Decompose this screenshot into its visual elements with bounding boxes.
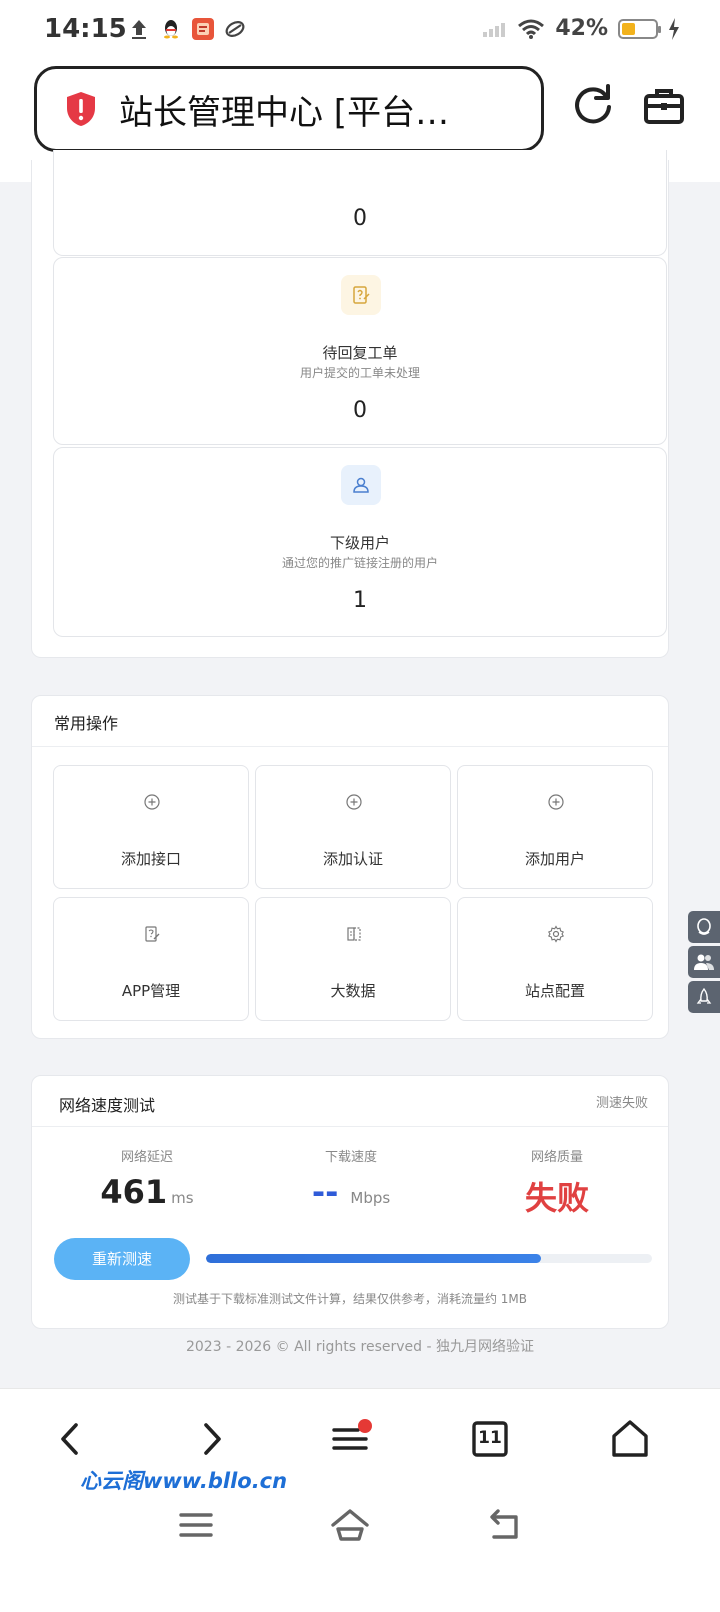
browser-bottom-bar: 11 心云阁www.bllo.cn (0, 1388, 720, 1612)
stat-card-partial: 0 (53, 150, 667, 256)
quick-action-label: 添加认证 (322, 850, 383, 868)
back-button[interactable] (46, 1415, 94, 1463)
edit-doc-icon (145, 926, 160, 942)
quick-action-big-data[interactable]: 大数据 (255, 897, 451, 1021)
system-menu-icon[interactable] (176, 1505, 216, 1545)
quick-action-site-config[interactable]: 站点配置 (457, 897, 653, 1021)
quick-action-label: 站点配置 (524, 982, 585, 1000)
retest-button[interactable]: 重新测速 (54, 1238, 190, 1280)
battery-percent: 42% (555, 16, 608, 41)
latency-value: 461 (100, 1173, 168, 1211)
home-icon (612, 1420, 648, 1457)
latency-unit: ms (171, 1189, 194, 1207)
speed-test-note: 测试基于下载标准测试文件计算，结果仅供参考，消耗流量约 1MB (172, 1292, 528, 1306)
signal-icon (483, 22, 506, 37)
quick-actions-card: 常用操作 添加接口 添加认证 添加用户 APP管理 大数据 站点配置 (31, 695, 669, 1039)
back-icon (61, 1423, 78, 1455)
download-value: -- (311, 1173, 339, 1211)
notification-icons (128, 18, 246, 40)
address-bar[interactable]: 站长管理中心 [平台… (34, 66, 544, 152)
status-bar: 14:15 42% (0, 0, 720, 60)
tab-count: 11 (478, 1428, 502, 1448)
divider (32, 746, 668, 747)
forward-icon (204, 1423, 221, 1455)
stat-title: 下级用户 (329, 534, 390, 552)
rocket-icon (696, 987, 712, 1004)
forward-button[interactable] (188, 1415, 236, 1463)
latency-value-row: 461 ms (47, 1173, 247, 1211)
stat-desc: 用户提交的工单未处理 (299, 366, 420, 380)
download-label: 下载速度 (324, 1150, 377, 1165)
stat-value: 0 (353, 206, 367, 231)
download-metric: 下载速度 -- Mbps (251, 1146, 451, 1211)
quality-label: 网络质量 (530, 1150, 583, 1165)
status-time: 14:15 (44, 14, 127, 44)
quality-metric: 网络质量 失败 (457, 1146, 657, 1219)
quality-value: 失败 (524, 1179, 589, 1217)
plus-circle-icon (548, 794, 564, 810)
toolbox-icon[interactable] (642, 84, 686, 128)
download-value-row: -- Mbps (251, 1173, 451, 1211)
stat-card-sub-users: 下级用户 通过您的推广链接注册的用户 1 (53, 447, 667, 637)
qq-icon (697, 918, 711, 935)
upload-icon (128, 18, 150, 40)
side-users-button[interactable] (688, 946, 720, 978)
home-button[interactable] (606, 1415, 654, 1463)
users-icon (694, 954, 714, 970)
quick-actions-title: 常用操作 (54, 714, 119, 733)
menu-button[interactable] (326, 1415, 374, 1463)
tabs-button[interactable]: 11 (466, 1415, 514, 1463)
system-back-icon[interactable] (486, 1505, 526, 1545)
stat-title: 待回复工单 (322, 344, 398, 362)
latency-label: 网络延迟 (120, 1150, 173, 1165)
speed-test-status: 测速失败 (595, 1096, 648, 1111)
speed-test-title: 网络速度测试 (59, 1096, 156, 1115)
user-icon (341, 465, 381, 505)
battery-icon (618, 18, 661, 39)
quick-action-add-user[interactable]: 添加用户 (457, 765, 653, 889)
link-icon (224, 18, 246, 40)
download-unit: Mbps (350, 1189, 391, 1207)
side-top-button[interactable] (688, 981, 720, 1013)
quick-action-label: 添加接口 (120, 850, 181, 868)
footer-copyright: 2023 - 2026 © All rights reserved - 独九月网… (185, 1339, 535, 1355)
qq-icon (160, 18, 182, 40)
quick-action-label: 添加用户 (524, 850, 585, 868)
stat-value: 0 (353, 398, 367, 423)
latency-metric: 网络延迟 461 ms (47, 1146, 247, 1211)
status-right: 42% (483, 16, 680, 41)
notification-dot (358, 1419, 372, 1433)
divider (32, 1126, 668, 1127)
reload-icon[interactable] (570, 82, 616, 128)
page-title: 站长管理中心 [平台… (119, 92, 450, 133)
stat-card-pending-tickets: 待回复工单 用户提交的工单未处理 0 (53, 257, 667, 445)
stat-value: 1 (353, 588, 367, 613)
speed-test-card: 网络速度测试 测速失败 网络延迟 461 ms 下载速度 -- Mbps 网络质量 … (31, 1075, 669, 1329)
speed-progress-bar (206, 1254, 652, 1263)
charging-icon (669, 17, 679, 40)
wifi-icon (518, 19, 545, 39)
ticket-icon (341, 275, 381, 315)
stat-desc: 通过您的推广链接注册的用户 (281, 556, 438, 570)
side-qq-button[interactable] (688, 911, 720, 943)
quick-action-app-manage[interactable]: APP管理 (53, 897, 249, 1021)
app-icon (192, 18, 214, 40)
plus-circle-icon (346, 794, 362, 810)
watermark-text: 心云阁www.bllo.cn (80, 1469, 288, 1493)
quick-action-add-api[interactable]: 添加接口 (53, 765, 249, 889)
quick-action-add-auth[interactable]: 添加认证 (255, 765, 451, 889)
gear-icon (548, 925, 564, 943)
quick-action-label: APP管理 (121, 982, 181, 1000)
data-icon (347, 927, 361, 941)
security-warning-icon[interactable] (65, 91, 97, 127)
system-home-icon[interactable] (330, 1505, 370, 1545)
plus-circle-icon (144, 794, 160, 810)
quick-action-label: 大数据 (330, 982, 376, 1000)
